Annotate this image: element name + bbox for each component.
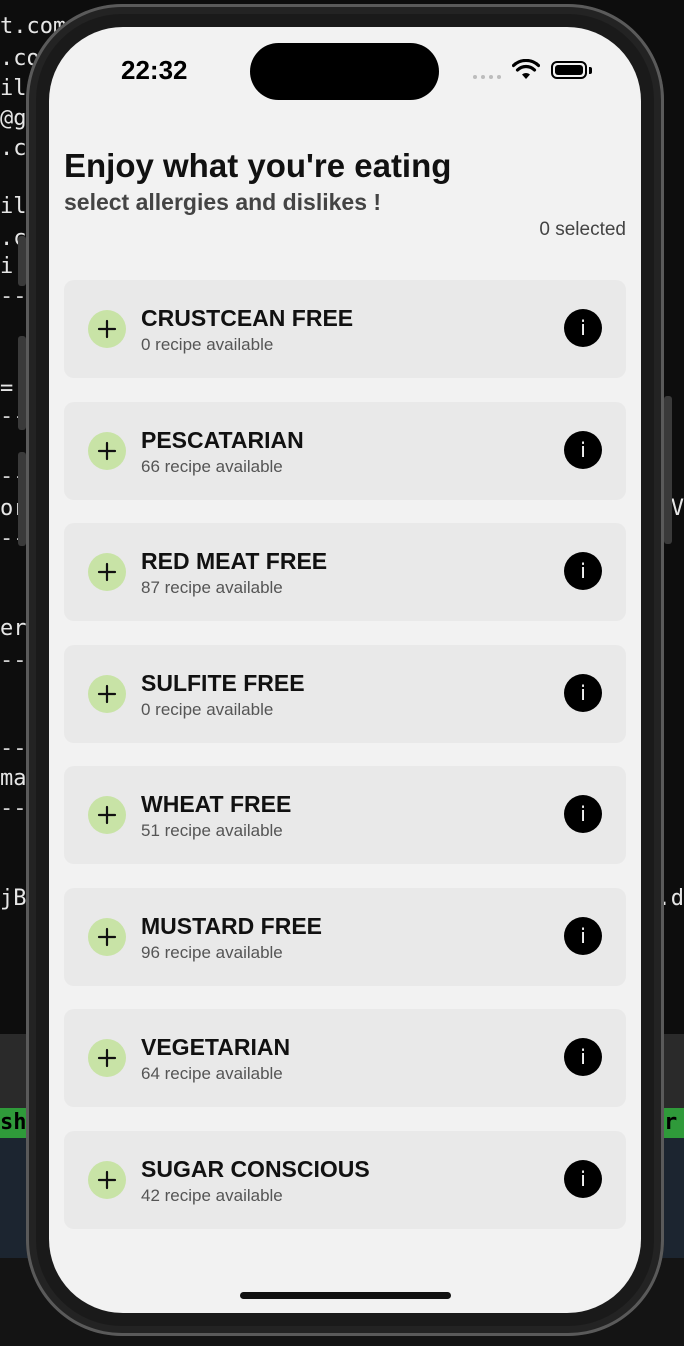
terminal-line: i — [0, 254, 14, 279]
info-icon[interactable]: i — [564, 309, 602, 347]
terminal-line: -- — [0, 284, 27, 309]
volume-up-button — [18, 336, 26, 430]
page-title: Enjoy what you're eating — [64, 147, 452, 184]
battery-tip — [589, 67, 592, 74]
diet-item-count: 87 recipe available — [141, 578, 283, 597]
terminal-line: il — [0, 194, 27, 219]
wifi-icon — [512, 59, 540, 79]
diet-item-label: RED MEAT FREE — [141, 548, 328, 574]
diet-item-red-meat-free[interactable]: RED MEAT FREE 87 recipe available i — [64, 523, 626, 621]
diet-item-label: CRUSTCEAN FREE — [141, 305, 354, 331]
page-subtitle: select allergies and dislikes ! — [64, 189, 382, 215]
info-icon[interactable]: i — [564, 795, 602, 833]
diet-item-count: 0 recipe available — [141, 335, 274, 354]
plus-icon[interactable] — [88, 917, 126, 956]
terminal-line: ma — [0, 766, 27, 791]
diet-item-count: 0 recipe available — [141, 699, 274, 719]
power-button — [664, 396, 672, 544]
home-indicator[interactable] — [240, 1292, 451, 1299]
terminal-line: er — [0, 616, 27, 641]
terminal-line: il — [0, 76, 27, 101]
info-icon[interactable]: i — [564, 916, 602, 955]
diet-item-label: WHEAT FREE — [141, 791, 292, 817]
terminal-line: @g — [0, 106, 27, 131]
dynamic-island — [250, 43, 439, 100]
terminal-line: .c — [0, 136, 27, 161]
terminal-line: -- — [0, 736, 27, 761]
plus-icon[interactable] — [88, 431, 126, 470]
diet-item-wheat-free[interactable]: WHEAT FREE 51 recipe available i — [64, 766, 626, 864]
info-icon[interactable]: i — [564, 552, 602, 590]
plus-icon[interactable] — [88, 1039, 126, 1077]
diet-item-count: 96 recipe available — [141, 942, 283, 962]
battery-icon — [551, 61, 587, 79]
terminal-line: -- — [0, 796, 27, 821]
diet-item-vegetarian[interactable]: VEGETARIAN 64 recipe available i — [64, 1009, 626, 1107]
diet-item-count: 64 recipe available — [141, 1064, 283, 1083]
phone-screen: 22:32 Enjoy what you're eating select al… — [49, 27, 641, 1313]
info-icon[interactable]: i — [564, 1159, 602, 1198]
info-icon[interactable]: i — [564, 430, 602, 469]
diet-item-pescatarian[interactable]: PESCATARIAN 66 recipe available i — [64, 401, 626, 500]
status-time: 22:32 — [121, 55, 188, 85]
diet-item-count: 66 recipe available — [141, 456, 283, 476]
diet-item-label: PESCATARIAN — [141, 426, 304, 453]
plus-icon[interactable] — [88, 1160, 126, 1199]
info-icon[interactable]: i — [564, 1038, 602, 1076]
info-icon[interactable]: i — [564, 673, 602, 712]
plus-icon[interactable] — [88, 796, 126, 834]
terminal-line: = — [0, 376, 14, 401]
diet-item-sugar-conscious[interactable]: SUGAR CONSCIOUS 42 recipe available i — [64, 1130, 626, 1229]
plus-icon[interactable] — [88, 553, 126, 591]
diet-item-label: MUSTARD FREE — [141, 912, 323, 939]
diet-item-label: SUGAR CONSCIOUS — [141, 1155, 370, 1182]
diet-item-count: 51 recipe available — [141, 821, 283, 840]
diet-item-mustard-free[interactable]: MUSTARD FREE 96 recipe available i — [64, 887, 626, 986]
terminal-line: jB — [0, 886, 27, 911]
terminal-line: -- — [0, 648, 27, 673]
diet-item-label: SULFITE FREE — [141, 669, 305, 696]
diet-item-crustcean-free[interactable]: CRUSTCEAN FREE 0 recipe available i — [64, 280, 626, 378]
volume-down-button — [18, 452, 26, 546]
cellular-signal-icon — [473, 75, 501, 79]
diet-item-label: VEGETARIAN — [141, 1034, 291, 1060]
selected-count: 0 selected — [539, 219, 626, 240]
diet-list: CRUSTCEAN FREE 0 recipe available i PESC… — [64, 280, 626, 1252]
diet-item-count: 42 recipe available — [141, 1185, 283, 1205]
plus-icon[interactable] — [88, 310, 126, 348]
plus-icon[interactable] — [88, 674, 126, 713]
terminal-status-right: r — [664, 1108, 684, 1138]
diet-item-sulfite-free[interactable]: SULFITE FREE 0 recipe available i — [64, 644, 626, 743]
terminal-line: V — [670, 496, 684, 521]
side-button — [18, 236, 26, 286]
